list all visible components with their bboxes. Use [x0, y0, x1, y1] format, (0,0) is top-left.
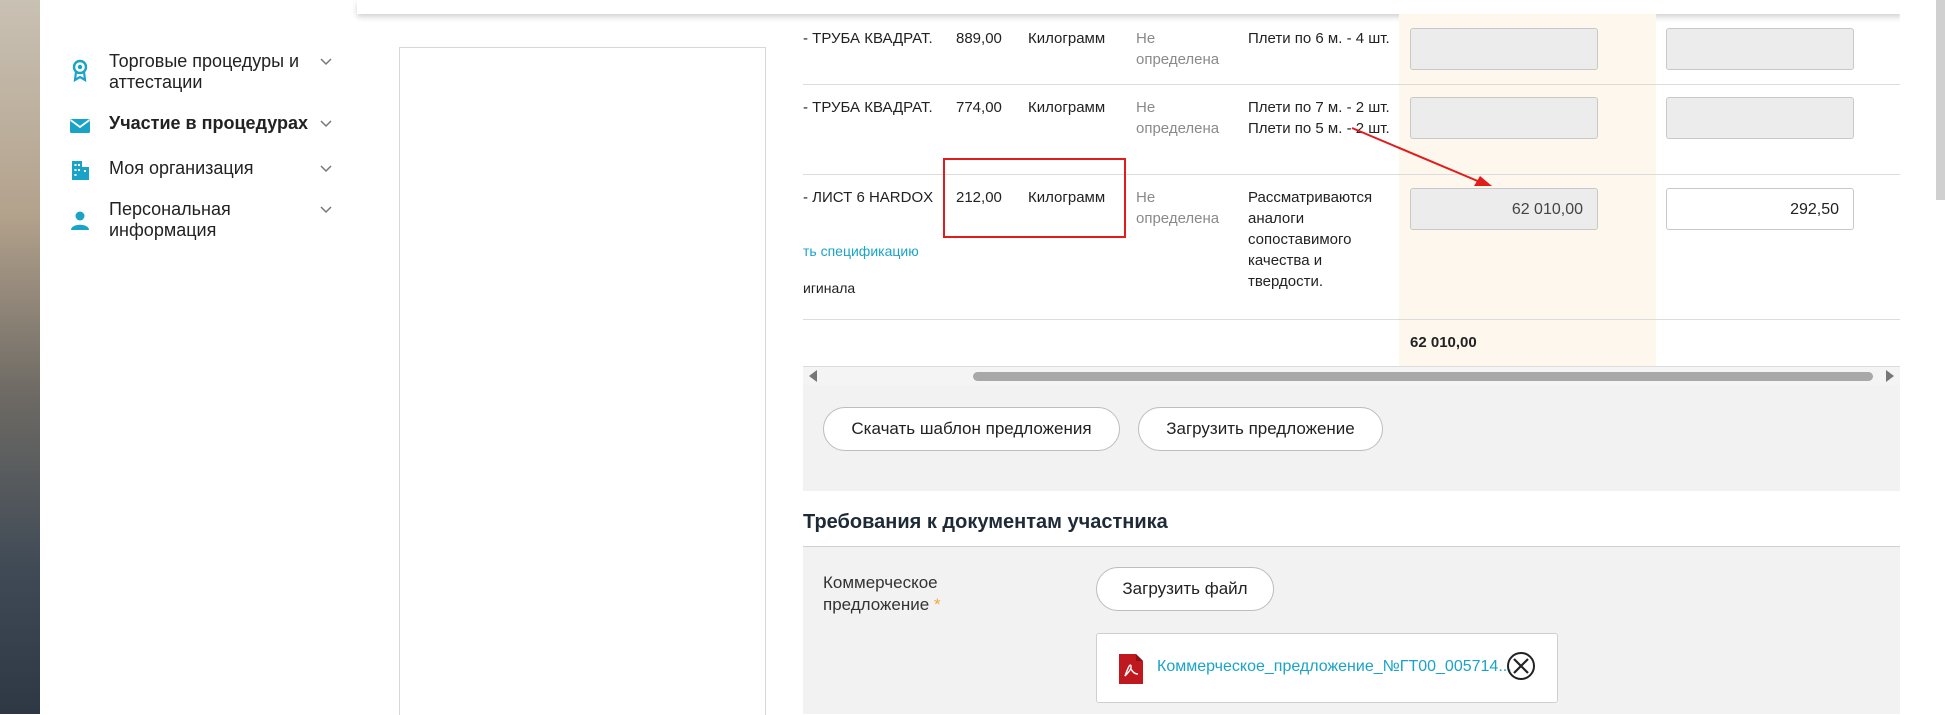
price-input[interactable]: 62 010,00 — [1410, 188, 1598, 230]
cell-delivery: Не определена — [1136, 30, 1220, 68]
remove-file-button[interactable] — [1507, 652, 1535, 680]
chevron-down-icon — [320, 120, 332, 128]
grand-total: 62 010,00 — [1410, 334, 1477, 351]
cell-extra: игинала — [803, 280, 856, 296]
sidebar-item-label: Торговые процедуры и аттестации — [109, 51, 300, 92]
price-input[interactable] — [1410, 97, 1598, 139]
attached-file-link[interactable]: Коммерческое_предложение_№ГТ00_005714... — [1157, 658, 1512, 676]
pdf-file-icon — [1119, 654, 1143, 684]
sidebar-item-participation[interactable]: Участие в процедурах — [40, 113, 357, 137]
sidebar: Торговые процедуры и аттестации Участие … — [40, 0, 358, 714]
section-title: Требования к документам участника — [803, 511, 1168, 533]
sidebar-item-organization[interactable]: Моя организация — [40, 158, 357, 182]
cell-name: - ТРУБА КВАДРАТ. — [803, 99, 933, 116]
sidebar-item-trading[interactable]: Торговые процедуры и аттестации — [40, 51, 357, 93]
upload-file-button[interactable]: Загрузить файл — [1096, 567, 1274, 611]
close-icon — [1513, 658, 1529, 674]
cell-name: - ТРУБА КВАДРАТ. — [803, 30, 933, 47]
sidebar-item-label: Персональная информация — [109, 199, 231, 240]
scroll-right-icon[interactable] — [1886, 370, 1894, 382]
cell-unit: Килограмм — [1028, 30, 1106, 47]
mail-icon — [69, 119, 91, 133]
desktop-background — [0, 0, 40, 714]
cell-unit: Килограмм — [1028, 99, 1106, 116]
scroll-thumb[interactable] — [973, 372, 1873, 381]
cell-delivery: Не определена — [1136, 99, 1220, 137]
cell-name: - ЛИСТ 6 HARDOX — [803, 189, 934, 206]
chevron-down-icon — [320, 206, 332, 214]
sidebar-item-label: Участие в процедурах — [109, 113, 309, 133]
content-panel-left — [357, 0, 803, 715]
user-icon — [71, 211, 89, 230]
cell-qty: 889,00 — [956, 30, 1002, 47]
cell-note: Рассматриваются аналоги сопоставимого ка… — [1248, 189, 1373, 290]
requirements-panel: Коммерческое предложение * Загрузить фай… — [803, 547, 1900, 714]
requirement-label-text: Коммерческое предложение — [823, 573, 938, 614]
specification-link[interactable]: ть спецификацию — [803, 241, 919, 262]
price-input[interactable] — [1410, 28, 1598, 70]
sidebar-item-label: Моя организация — [109, 158, 254, 178]
cell-note: Плети по 6 м. - 4 шт. — [1248, 30, 1390, 47]
horizontal-scrollbar[interactable] — [803, 367, 1900, 385]
total-input[interactable] — [1666, 28, 1854, 70]
chevron-down-icon — [320, 58, 332, 66]
offer-actions-panel: Скачать шаблон предложения Загрузить пре… — [803, 385, 1900, 491]
annotation-highlight-box — [943, 158, 1126, 238]
download-template-button[interactable]: Скачать шаблон предложения — [823, 407, 1120, 451]
requirement-label: Коммерческое предложение * — [823, 572, 1023, 616]
award-icon — [72, 59, 88, 82]
building-icon — [72, 161, 89, 180]
empty-card — [399, 47, 766, 715]
header-shadow-bar — [357, 0, 1902, 14]
required-mark: * — [933, 595, 941, 614]
row-divider — [803, 319, 1900, 320]
cell-qty: 774,00 — [956, 99, 1002, 116]
sidebar-item-personal[interactable]: Персональная информация — [40, 199, 357, 241]
page-scrollbar[interactable] — [1936, 0, 1945, 200]
chevron-down-icon — [320, 165, 332, 173]
scroll-left-icon[interactable] — [809, 370, 817, 382]
attached-file-card: Коммерческое_предложение_№ГТ00_005714... — [1096, 633, 1558, 703]
total-input[interactable]: 292,50 — [1666, 188, 1854, 230]
total-input[interactable] — [1666, 97, 1854, 139]
cell-delivery: Не определена — [1136, 189, 1220, 227]
cell-note: Плети по 7 м. - 2 шт. Плети по 5 м. - 2 … — [1248, 99, 1390, 137]
row-divider — [803, 84, 1900, 85]
upload-offer-button[interactable]: Загрузить предложение — [1138, 407, 1383, 451]
